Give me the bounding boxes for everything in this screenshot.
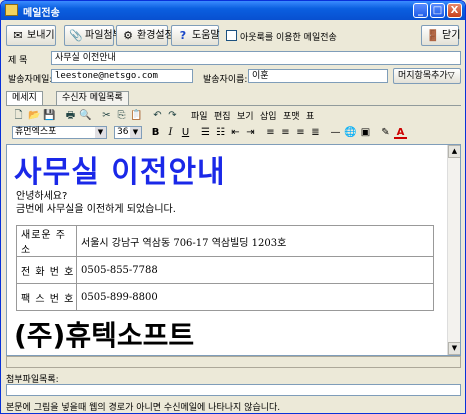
help-icon: ? [179,28,187,42]
table-key: 새로운 주소 [16,225,77,257]
table-key: 전 화 번 호 [16,256,77,284]
font-color-icon[interactable]: A [394,126,407,139]
sender-email-input[interactable]: leestone@netsgo.com [51,69,193,83]
bullet-list-icon[interactable]: ☷ [214,126,227,139]
title-bar: 메일전송 _ □ X [1,1,465,20]
menu-edit[interactable]: 편집 [214,109,231,122]
paste-icon[interactable]: 📋 [130,109,143,122]
footer-hint: 본문에 그림을 넣을때 웹의 경로가 아니면 수신메일에 나타나지 않습니다. [6,403,281,413]
menu-format[interactable]: 포맷 [283,109,300,122]
maximize-button[interactable]: □ [430,3,445,18]
align-center-icon[interactable]: ≡ [279,126,292,139]
menu-insert[interactable]: 삽입 [260,109,277,122]
close-button[interactable]: 🚪 닫기 [421,25,461,46]
chevron-down-icon: ▼ [95,127,106,138]
link-icon[interactable]: 🌐 [344,126,357,139]
subject-label: 제 목 [8,56,28,66]
copy-icon[interactable]: ⎘ [115,109,128,122]
cut-icon[interactable]: ✂ [100,109,113,122]
editor-scrollbar[interactable]: ▲ ▼ [447,145,460,355]
preview-icon[interactable]: 🔍 [79,109,92,122]
italic-button[interactable]: I [164,126,177,139]
app-icon [5,4,18,16]
numbered-list-icon[interactable]: ☰ [199,126,212,139]
chevron-down-icon: ▼ [130,127,141,138]
paperclip-icon: 📎 [69,28,83,42]
sender-name-input[interactable]: 이훈 [248,69,388,83]
close-button-label: 닫기 [442,30,461,41]
underline-button[interactable]: U [179,126,192,139]
message-editor[interactable]: 사무실 이전안내 안녕하세요? 금번에 사무실을 이전하게 되었습니다. 새로운… [6,144,461,356]
message-title: 사무실 이전안내 [14,155,226,190]
envelope-icon: ✉ [13,28,23,42]
menu-view[interactable]: 보기 [237,109,254,122]
tab-message[interactable]: 메세지 [6,91,43,106]
outlook-checkbox[interactable] [226,30,237,41]
undo-icon[interactable]: ↶ [151,109,164,122]
print-icon[interactable]: 🖶 [64,109,77,122]
tab-divider [6,105,461,106]
table-key: 팩 스 번 호 [16,283,77,311]
bold-button[interactable]: B [149,126,162,139]
menu-file[interactable]: 파일 [191,109,208,122]
indent-icon[interactable]: ⇥ [244,126,257,139]
attachment-list[interactable] [6,384,461,396]
send-button[interactable]: ✉ 보내기 [6,25,56,46]
save-icon[interactable]: 💾 [43,109,56,122]
company-name: (주)휴텍소프트 [14,319,195,352]
table-value: 0505-855-7788 [76,256,434,284]
window-title: 메일전송 [23,8,60,19]
table-row: 전 화 번 호 0505-855-7788 [16,256,434,284]
settings-button[interactable]: ⚙ 환경설정 [116,25,174,46]
align-left-icon[interactable]: ≡ [264,126,277,139]
table-value: 서울시 강남구 역삼동 706-17 역삼빌딩 1203호 [76,225,434,257]
font-select-value: 휴먼엑스포 [15,127,57,137]
send-button-label: 보내기 [27,30,55,41]
redo-icon[interactable]: ↷ [166,109,179,122]
sender-name-label: 발송자이름: [203,75,248,85]
menu-table[interactable]: 표 [306,109,314,122]
align-right-icon[interactable]: ≡ [294,126,307,139]
attach-file-button[interactable]: 📎 파일첨부 [64,25,122,46]
info-table: 새로운 주소 서울시 강남구 역삼동 706-17 역삼빌딩 1203호 전 화 … [16,225,434,311]
scroll-up-icon[interactable]: ▲ [448,145,460,158]
new-doc-icon[interactable]: 🗋 [12,109,25,122]
table-value: 0505-899-8800 [76,283,434,311]
subject-input[interactable]: 사무실 이전안내 [51,51,461,65]
help-label: 도움말 [192,30,220,41]
outdent-icon[interactable]: ⇤ [229,126,242,139]
scroll-down-icon[interactable]: ▼ [448,342,460,355]
settings-label: 환경설정 [137,30,174,41]
table-row: 팩 스 번 호 0505-899-8800 [16,283,434,311]
tab-recipient-list[interactable]: 수신자 메일목록 [56,91,129,105]
door-icon: 🚪 [426,28,440,42]
justify-icon[interactable]: ≣ [309,126,322,139]
font-size-value: 36 [117,127,129,137]
open-folder-icon[interactable]: 📂 [28,109,41,122]
body-text: 금번에 사무실을 이전하게 되었습니다. [16,204,176,215]
font-size-select[interactable]: 36 ▼ [114,126,142,139]
gear-icon: ⚙ [123,28,133,42]
status-bar [6,356,461,368]
minimize-button[interactable]: _ [413,3,428,18]
close-window-button[interactable]: X [447,3,462,18]
help-button[interactable]: ? 도움말 [171,25,220,46]
merge-field-button[interactable]: 머지항목추가▽ [393,68,461,84]
table-row: 새로운 주소 서울시 강남구 역삼동 706-17 역삼빌딩 1203호 [16,225,434,257]
image-icon[interactable]: ▣ [359,126,372,139]
mail-send-window: 메일전송 _ □ X ✉ 보내기 📎 파일첨부 ⚙ 환경설정 ? 도움말 아웃룩를 이용… [0,0,466,414]
font-select[interactable]: 휴먼엑스포 ▼ [12,126,107,139]
horizontal-rule-icon[interactable]: — [329,126,342,139]
outlook-checkbox-label: 아웃룩를 이용한 메일전송 [240,33,337,43]
sender-email-label: 발송자메일: [8,75,53,85]
highlight-icon[interactable]: ✎ [379,126,392,139]
